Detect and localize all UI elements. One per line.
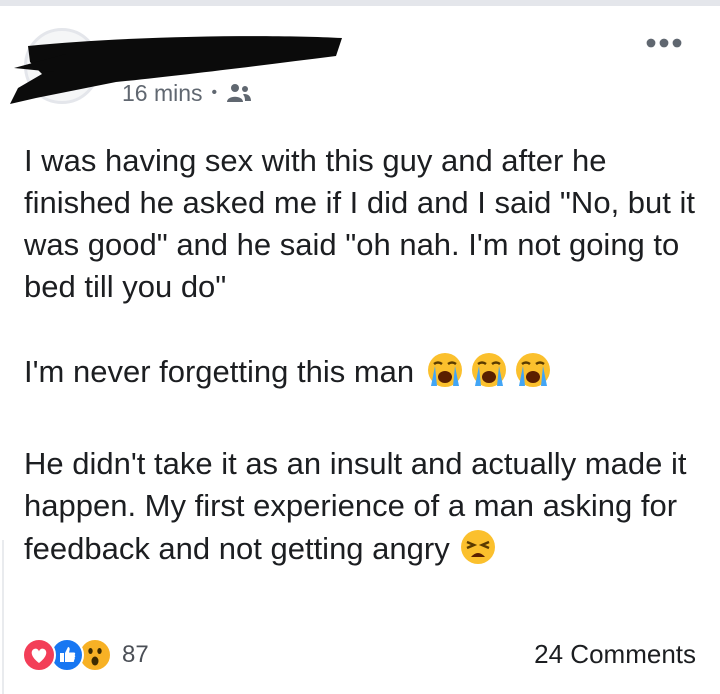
- love-reaction-icon: [22, 638, 56, 672]
- post-paragraph-3: He didn't take it as an insult and actua…: [24, 443, 704, 578]
- loudly-crying-face-emoji: [467, 350, 511, 401]
- reactions-summary[interactable]: 87: [22, 638, 149, 672]
- loudly-crying-face-emoji: [423, 350, 467, 401]
- more-options-icon[interactable]: [644, 36, 684, 50]
- comments-link[interactable]: 24 Comments: [534, 639, 696, 670]
- loudly-crying-face-emoji: [511, 350, 555, 401]
- post-body: I was having sex with this guy and after…: [24, 140, 704, 578]
- top-border: [0, 0, 720, 6]
- meta-separator: •: [211, 84, 218, 101]
- friends-icon[interactable]: [226, 82, 252, 104]
- post-paragraph-1: I was having sex with this guy and after…: [24, 140, 704, 308]
- paragraph-text: I'm never forgetting this man: [24, 354, 415, 389]
- timestamp[interactable]: 16 mins: [122, 80, 203, 107]
- paragraph-text: I was having sex with this guy and after…: [24, 143, 695, 304]
- paragraph-text: He didn't take it as an insult and actua…: [24, 446, 687, 566]
- left-divider: [2, 540, 4, 694]
- weary-face-emoji: [458, 527, 498, 578]
- reaction-count[interactable]: 87: [122, 641, 149, 669]
- post-meta: 16 mins •: [122, 78, 252, 108]
- post-paragraph-2: I'm never forgetting this man: [24, 350, 704, 401]
